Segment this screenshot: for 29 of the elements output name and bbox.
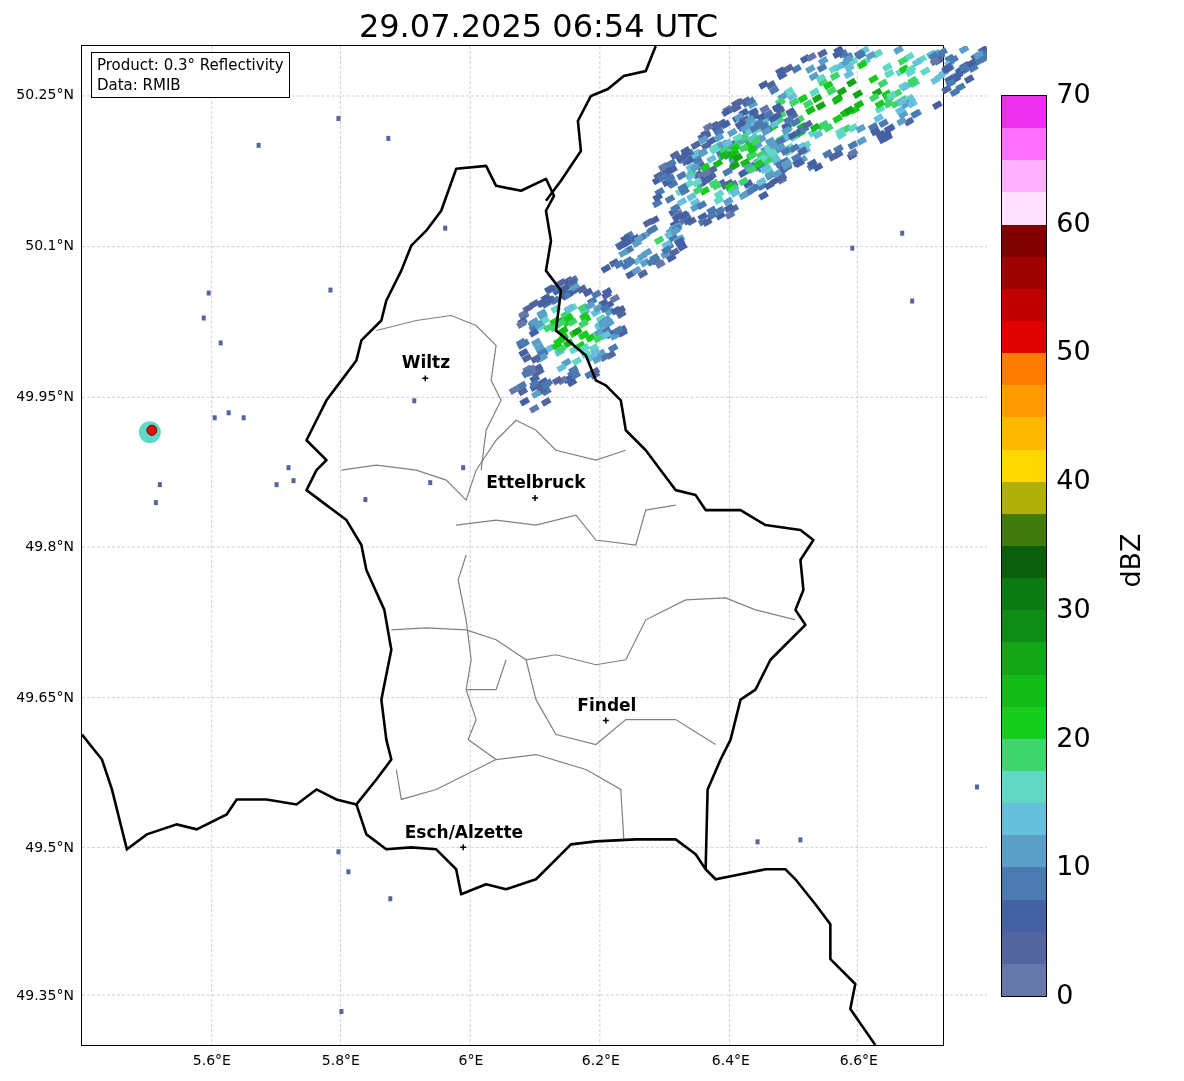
scale-tick-label: 40 [1056, 465, 1091, 496]
place-label: Esch/Alzette [404, 822, 524, 842]
latitude-tick-label: 49.65°N [16, 689, 74, 705]
longitude-tick-label: 6.6°E [839, 1052, 878, 1068]
latitude-tick-label: 50.1°N [25, 237, 74, 253]
chart-title: 29.07.2025 06:54 UTC [357, 6, 720, 45]
latitude-tick-label: 49.95°N [16, 388, 74, 404]
place-label: Wiltz [401, 352, 451, 372]
longitude-tick-label: 6°E [458, 1052, 484, 1068]
scale-tick-label: 70 [1056, 79, 1091, 109]
latitude-tick-label: 49.35°N [16, 987, 74, 1003]
scale-tick-label: 60 [1056, 207, 1091, 238]
place-label: Findel [577, 695, 637, 715]
longitude-tick-label: 6.4°E [711, 1052, 750, 1068]
scale-tick-label: 0 [1056, 980, 1074, 1010]
scale-tick-label: 20 [1056, 722, 1091, 753]
place-label: Ettelbruck [486, 472, 586, 492]
scale-label: dBZ [1114, 533, 1146, 588]
latitude-tick-label: 49.8°N [25, 538, 74, 554]
scale-tick-label: 30 [1056, 593, 1091, 624]
longitude-tick-label: 6.2°E [581, 1052, 620, 1068]
latitude-tick-label: 50.25°N [16, 86, 74, 102]
longitude-tick-label: 5.8°E [321, 1052, 360, 1068]
legend-text: Data: RMIB [96, 75, 182, 95]
legend-text: Product: 0.3° Reflectivity [96, 55, 284, 75]
latitude-tick-label: 49.5°N [25, 839, 74, 855]
scale-tick-label: 50 [1056, 336, 1091, 367]
longitude-tick-label: 5.6°E [192, 1052, 231, 1068]
scale-tick-label: 10 [1056, 851, 1091, 882]
